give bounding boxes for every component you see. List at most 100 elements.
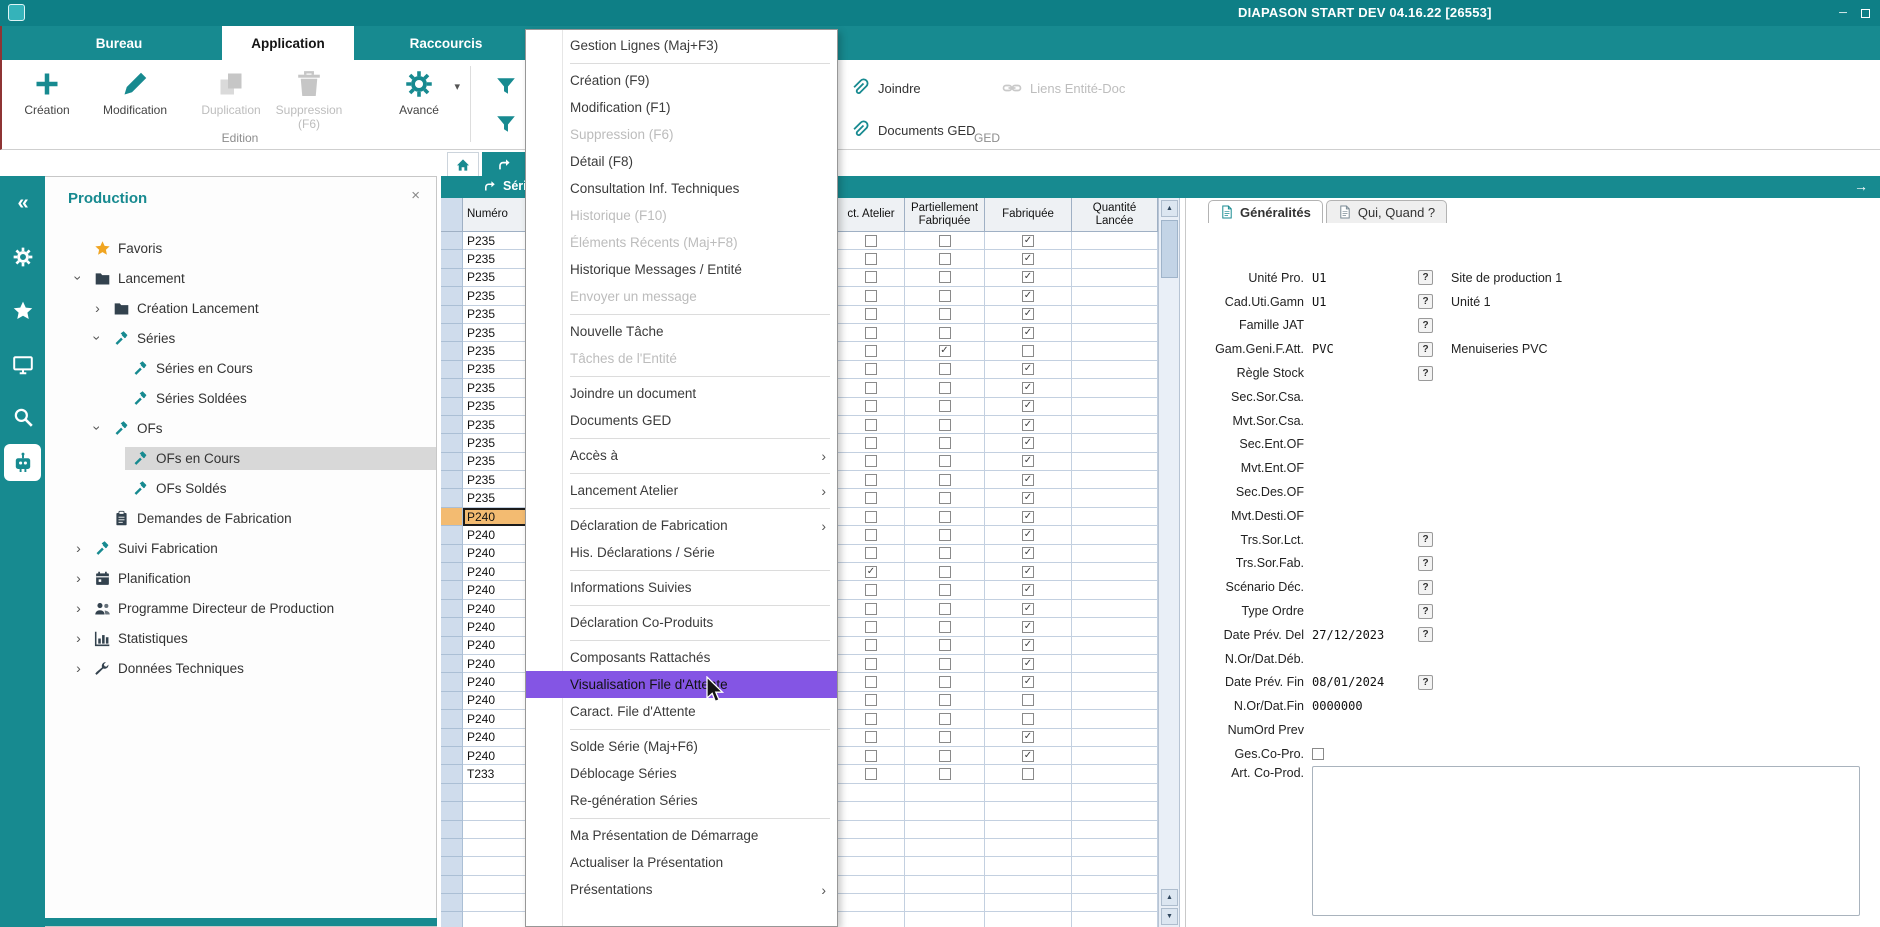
checkbox-checked[interactable]: ✓ [939,345,951,357]
nav-item-ofs-soldes[interactable]: OFs Soldés [45,473,436,503]
checkbox-unchecked[interactable] [865,768,877,780]
checkbox-unchecked[interactable] [939,474,951,486]
menu-item-historique-messages-entite[interactable]: Historique Messages / Entité [526,256,837,283]
row-gutter[interactable] [441,765,463,783]
field-value[interactable]: 08/01/2024 [1312,675,1418,689]
row-gutter[interactable] [441,250,463,268]
tab-generalites[interactable]: Généralités [1208,200,1323,223]
checkbox-unchecked[interactable] [939,731,951,743]
checkbox-unchecked[interactable] [865,676,877,688]
nav-item-series-en-cours[interactable]: Séries en Cours [45,353,436,383]
menu-item-informations-suivies[interactable]: Informations Suivies [526,574,837,601]
sidebar-item-production[interactable] [4,444,41,481]
checkbox-unchecked[interactable] [1312,748,1324,760]
checkbox-unchecked[interactable] [865,290,877,302]
menu-item-deblocage-series[interactable]: Déblocage Séries [526,760,837,787]
row-gutter[interactable] [441,729,463,747]
nav-item-ofs-en-cours[interactable]: OFs en Cours [45,443,436,473]
row-gutter[interactable] [441,673,463,691]
sidebar-item-favorites[interactable] [8,296,38,326]
vertical-scrollbar[interactable]: ▲ ▲ ▼ [1158,198,1180,927]
checkbox-checked[interactable]: ✓ [1022,235,1034,247]
row-gutter[interactable] [441,600,463,618]
field-value[interactable]: U1 [1312,271,1418,285]
home-tab[interactable] [447,152,479,176]
checkbox-unchecked[interactable] [939,621,951,633]
checkbox-checked[interactable]: ✓ [1022,511,1034,523]
field-value[interactable]: U1 [1312,295,1418,309]
menu-item-nouvelle-tache[interactable]: Nouvelle Tâche [526,318,837,345]
checkbox-unchecked[interactable] [865,253,877,265]
joindre-button[interactable]: Joindre [850,78,921,98]
checkbox-unchecked[interactable] [939,271,951,283]
checkbox-unchecked[interactable] [865,529,877,541]
expand-icon[interactable]: › [89,300,106,316]
checkbox-unchecked[interactable] [939,382,951,394]
row-gutter[interactable] [441,398,463,416]
checkbox-unchecked[interactable] [865,308,877,320]
checkbox-unchecked[interactable] [865,511,877,523]
checkbox-unchecked[interactable] [939,584,951,596]
help-button[interactable]: ? [1418,366,1433,381]
row-gutter[interactable] [441,287,463,305]
filter-button-1[interactable] [488,68,524,104]
checkbox-unchecked[interactable] [939,253,951,265]
checkbox-checked[interactable]: ✓ [1022,566,1034,578]
checkbox-unchecked[interactable] [865,419,877,431]
nav-item-suivi-fabrication[interactable]: ›Suivi Fabrication [45,533,436,563]
field-textarea[interactable] [1312,766,1860,916]
checkbox-checked[interactable]: ✓ [1022,584,1034,596]
checkbox-unchecked[interactable] [939,455,951,467]
checkbox-unchecked[interactable] [939,437,951,449]
checkbox-checked[interactable]: ✓ [1022,455,1034,467]
checkbox-unchecked[interactable] [865,363,877,375]
checkbox-checked[interactable]: ✓ [1022,271,1034,283]
row-gutter[interactable] [441,324,463,342]
checkbox-checked[interactable]: ✓ [1022,253,1034,265]
checkbox-unchecked[interactable] [939,327,951,339]
nav-item-lancement[interactable]: ›Lancement [45,263,436,293]
expand-icon[interactable]: › [70,540,87,556]
checkbox-unchecked[interactable] [865,492,877,504]
chevron-down-icon[interactable]: ▾ [454,80,460,93]
checkbox-unchecked[interactable] [865,694,877,706]
help-button[interactable]: ? [1418,532,1433,547]
menu-item-actualiser-la-presentation[interactable]: Actualiser la Présentation [526,849,837,876]
checkbox-checked[interactable]: ✓ [1022,621,1034,633]
checkbox-unchecked[interactable] [865,621,877,633]
checkbox-unchecked[interactable] [865,713,877,725]
collapse-icon[interactable]: › [71,270,87,287]
checkbox-checked[interactable]: ✓ [1022,382,1034,394]
expand-icon[interactable]: › [70,570,87,586]
help-button[interactable]: ? [1418,675,1433,690]
scrollbar-thumb[interactable] [1161,220,1178,278]
header-fct-atelier[interactable]: ct. Atelier [838,198,905,232]
menu-item-lancement-atelier[interactable]: Lancement Atelier› [526,477,837,504]
menu-item-acces-a[interactable]: Accès à› [526,442,837,469]
row-gutter[interactable] [441,416,463,434]
checkbox-unchecked[interactable] [939,363,951,375]
row-gutter[interactable] [441,508,463,526]
expand-icon[interactable]: › [70,630,87,646]
checkbox-unchecked[interactable] [865,327,877,339]
filter-button-2[interactable] [488,106,524,142]
row-gutter[interactable] [441,232,463,250]
help-button[interactable]: ? [1418,294,1433,309]
checkbox-checked[interactable]: ✓ [1022,437,1034,449]
maximize-button[interactable] [1856,4,1874,22]
checkbox-unchecked[interactable] [865,731,877,743]
help-button[interactable]: ? [1418,556,1433,571]
checkbox-unchecked[interactable] [939,419,951,431]
menu-item-declaration-de-fabrication[interactable]: Déclaration de Fabrication› [526,512,837,539]
checkbox-unchecked[interactable] [939,658,951,670]
checkbox-checked[interactable]: ✓ [1022,731,1034,743]
checkbox-checked[interactable]: ✓ [1022,547,1034,559]
help-button[interactable]: ? [1418,604,1433,619]
checkbox-unchecked[interactable] [939,235,951,247]
menu-item-documents-ged[interactable]: Documents GED [526,407,837,434]
row-gutter[interactable] [441,545,463,563]
row-gutter[interactable] [441,434,463,452]
scroll-up-button[interactable]: ▲ [1161,200,1178,217]
tab-bureau[interactable]: Bureau [59,26,179,60]
expand-icon[interactable]: › [70,660,87,676]
